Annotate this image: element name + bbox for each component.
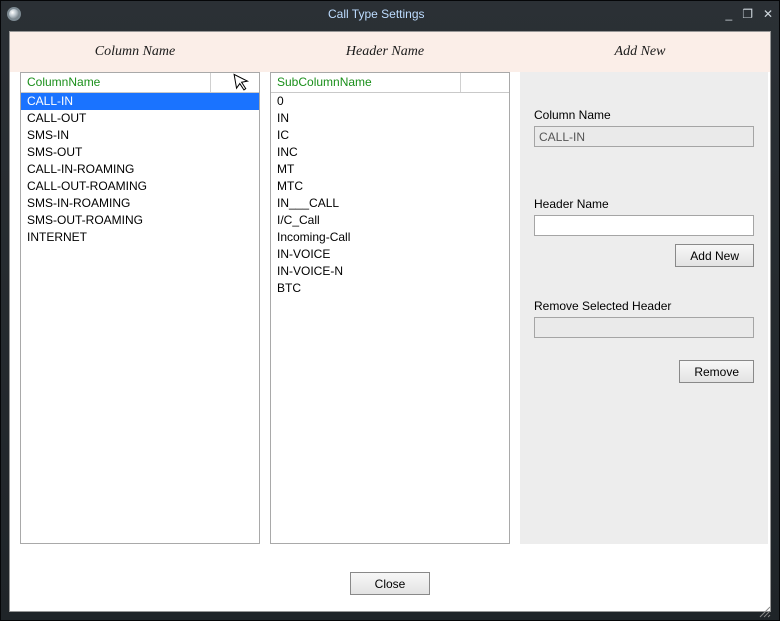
client-area: Column Name Header Name Add New ColumnNa… <box>9 31 771 612</box>
subcolumnname-header-cell[interactable]: SubColumnName <box>271 73 461 92</box>
add-new-panel: Column Name Header Name Add New Remove S… <box>520 72 768 544</box>
add-new-button[interactable]: Add New <box>675 244 754 267</box>
section-header-header-name: Header Name <box>260 44 510 60</box>
section-headers: Column Name Header Name Add New <box>10 32 770 72</box>
column-name-grid-header: ColumnName <box>21 73 259 93</box>
titlebar[interactable]: Call Type Settings _ ❐ ✕ <box>1 1 779 27</box>
header-name-field[interactable] <box>534 215 754 236</box>
section-header-add-new: Add New <box>510 44 770 60</box>
close-button[interactable]: Close <box>350 572 430 595</box>
minimize-icon[interactable]: _ <box>726 7 733 21</box>
subcolumn-name-row[interactable]: BTC <box>271 280 509 297</box>
column-name-row[interactable]: SMS-IN-ROAMING <box>21 195 259 212</box>
subcolumn-name-grid[interactable]: SubColumnName 0INICINCMTMTCIN___CALLI/C_… <box>270 72 510 544</box>
grid-header-spacer <box>211 73 259 92</box>
column-name-row[interactable]: SMS-OUT <box>21 144 259 161</box>
remove-selected-header-label: Remove Selected Header <box>534 299 754 313</box>
section-header-column-name: Column Name <box>10 44 260 60</box>
subcolumn-name-row[interactable]: I/C_Call <box>271 212 509 229</box>
remove-button[interactable]: Remove <box>679 360 754 383</box>
column-name-row[interactable]: CALL-OUT <box>21 110 259 127</box>
subcolumn-name-row[interactable]: MT <box>271 161 509 178</box>
window-title: Call Type Settings <box>328 7 425 21</box>
maximize-icon[interactable]: ❐ <box>742 7 753 21</box>
column-name-grid[interactable]: ColumnName CALL-INCALL-OUTSMS-INSMS-OUTC… <box>20 72 260 544</box>
column-name-row[interactable]: INTERNET <box>21 229 259 246</box>
subcolumn-name-row[interactable]: IN___CALL <box>271 195 509 212</box>
subcolumn-name-row[interactable]: IN <box>271 110 509 127</box>
subcolumn-name-row[interactable]: MTC <box>271 178 509 195</box>
close-icon[interactable]: ✕ <box>763 7 773 21</box>
column-name-row[interactable]: CALL-IN <box>21 93 259 110</box>
subcolumn-name-grid-header: SubColumnName <box>271 73 509 93</box>
subcolumn-name-row[interactable]: IC <box>271 127 509 144</box>
header-name-label: Header Name <box>534 197 754 211</box>
columnname-header-cell[interactable]: ColumnName <box>21 73 211 92</box>
column-name-row[interactable]: CALL-OUT-ROAMING <box>21 178 259 195</box>
app-icon <box>7 7 21 21</box>
subcolumn-name-row[interactable]: IN-VOICE <box>271 246 509 263</box>
remove-selected-field <box>534 317 754 338</box>
column-name-field <box>534 126 754 147</box>
column-name-row[interactable]: SMS-OUT-ROAMING <box>21 212 259 229</box>
column-name-row[interactable]: CALL-IN-ROAMING <box>21 161 259 178</box>
subcolumn-name-row[interactable]: IN-VOICE-N <box>271 263 509 280</box>
subcolumn-name-row[interactable]: INC <box>271 144 509 161</box>
footer: Close <box>10 572 770 595</box>
window-frame: Call Type Settings _ ❐ ✕ Column Name Hea… <box>0 0 780 621</box>
column-name-row[interactable]: SMS-IN <box>21 127 259 144</box>
grid-header-spacer <box>461 73 509 92</box>
column-name-label: Column Name <box>534 108 754 122</box>
subcolumn-name-row[interactable]: Incoming-Call <box>271 229 509 246</box>
subcolumn-name-row[interactable]: 0 <box>271 93 509 110</box>
